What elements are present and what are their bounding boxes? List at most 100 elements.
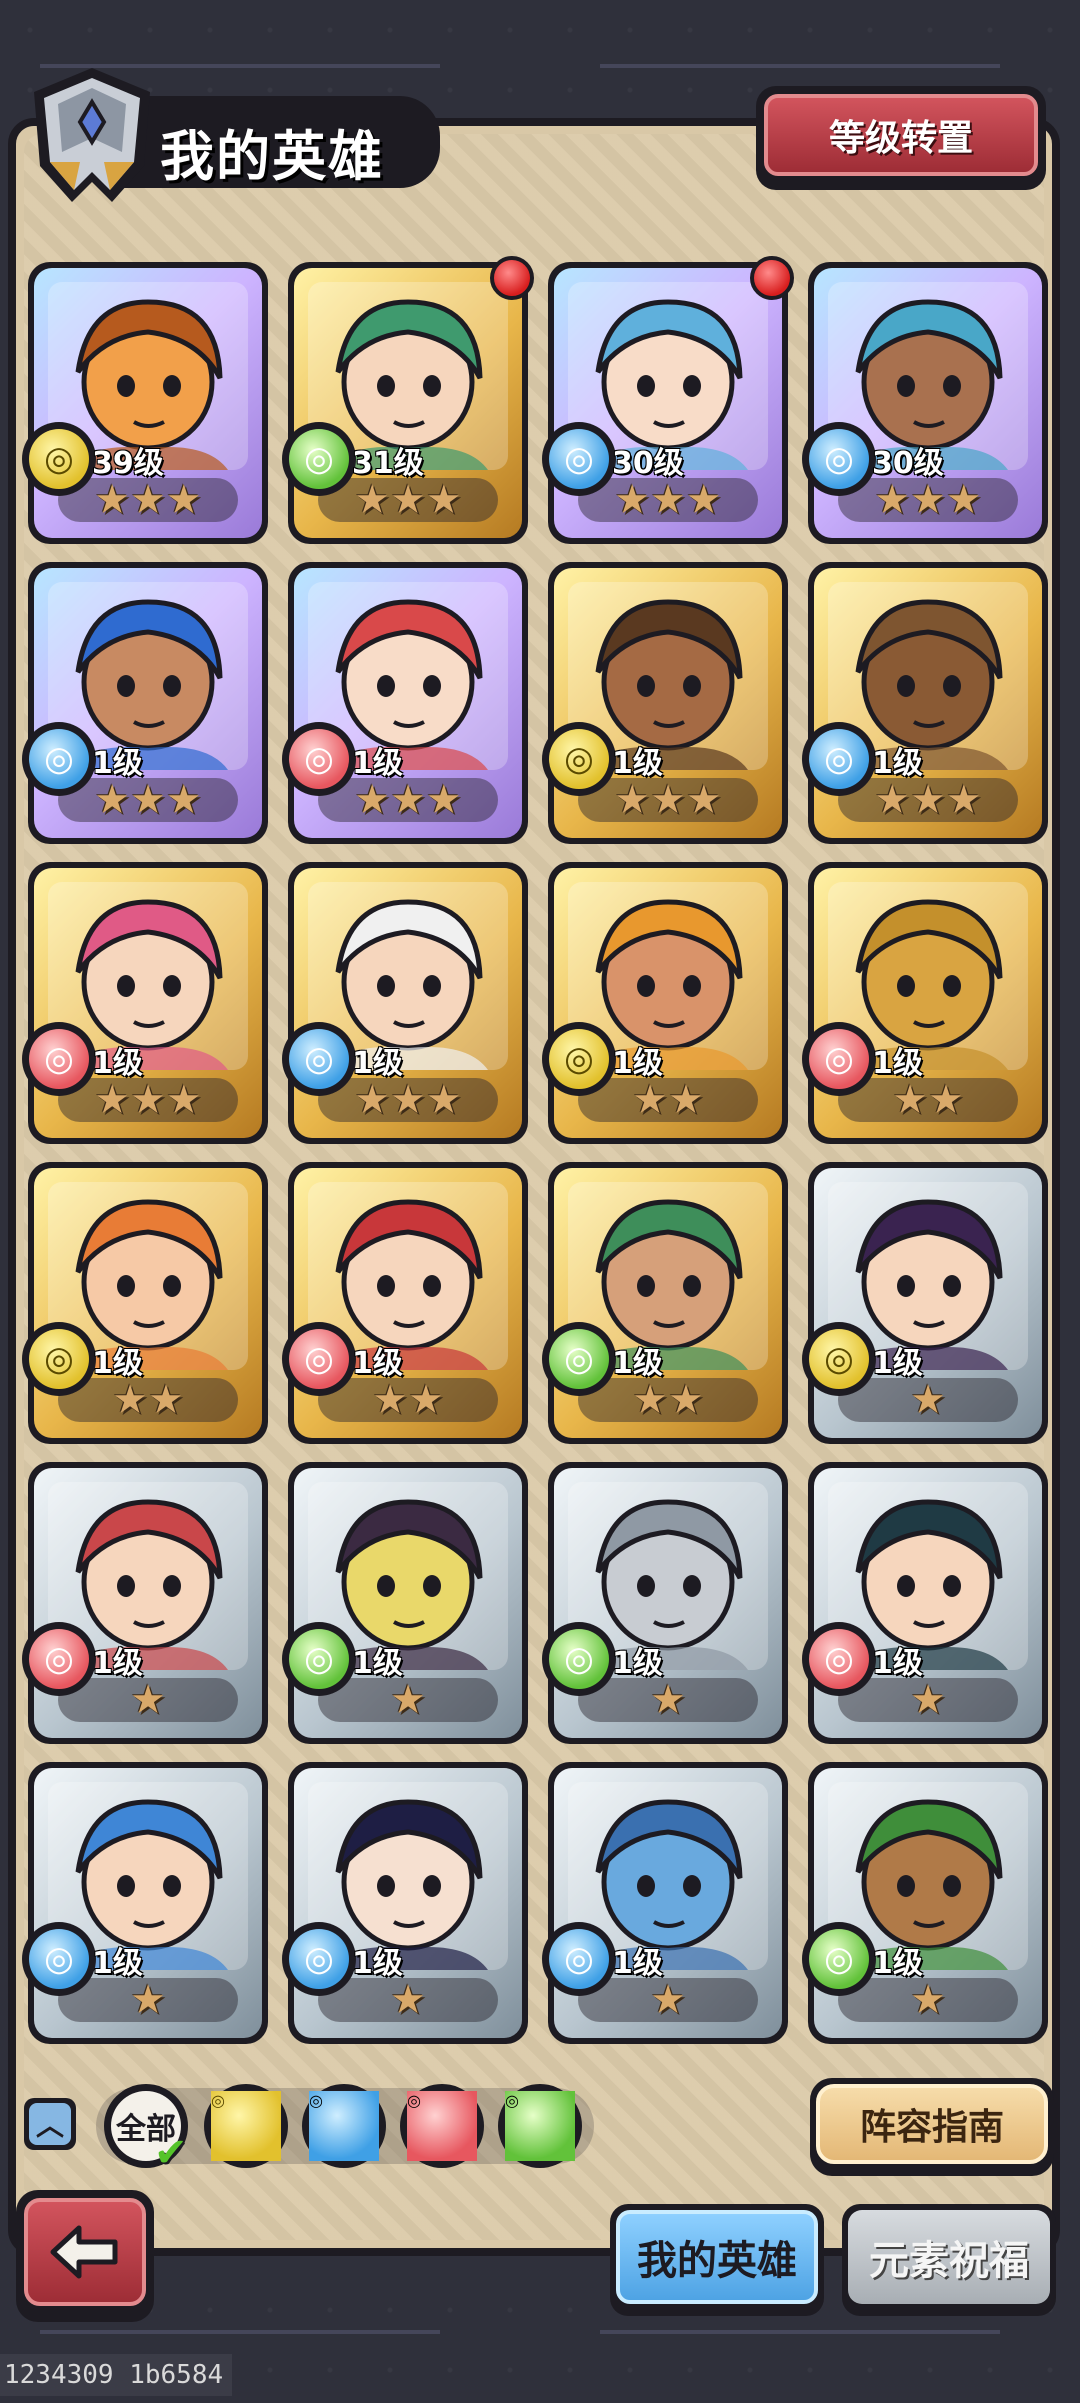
level-transfer-button[interactable]: 等级转置 — [756, 86, 1046, 190]
hero-card[interactable]: ★★★ ◎ 1级 — [22, 862, 268, 1144]
hero-level: 1级 — [612, 1046, 663, 1081]
water-element-icon: ◎ — [542, 422, 616, 496]
hero-card[interactable]: ★★★ ◎ 30级 — [802, 262, 1048, 544]
hero-card[interactable]: ★★ ◎ 1级 — [802, 862, 1048, 1144]
filter-wind-button[interactable]: ◎ — [498, 2084, 582, 2168]
hero-card-frame: ★ — [294, 1468, 522, 1738]
wind-element-icon: ◎ — [542, 1322, 616, 1396]
wind-element-icon: ◎ — [505, 2091, 575, 2161]
wind-element-icon: ◎ — [542, 1622, 616, 1696]
fire-element-icon: ◎ — [407, 2091, 477, 2161]
hero-card[interactable]: ★★ ◎ 1级 — [22, 1162, 268, 1444]
hero-card[interactable]: ★★★ ◎ 31级 — [282, 256, 534, 544]
water-element-icon: ◎ — [309, 2091, 379, 2161]
star-icon: ★★★ — [614, 777, 722, 823]
tab-my-heroes-label: 我的英雄 — [616, 2210, 818, 2304]
hero-level: 1级 — [872, 1046, 923, 1081]
hero-card-frame: ★★ — [554, 868, 782, 1138]
star-icon: ★★★ — [354, 777, 462, 823]
hero-level: 1级 — [92, 1346, 143, 1381]
hero-card[interactable]: ★★★ ◎ 1级 — [282, 862, 528, 1144]
hero-level: 1级 — [612, 1646, 663, 1681]
hero-card[interactable]: ★ ◎ 1级 — [802, 1162, 1048, 1444]
hero-card-frame: ★ — [554, 1768, 782, 2038]
earth-element-icon: ◎ — [802, 1322, 876, 1396]
tab-my-heroes[interactable]: 我的英雄 — [610, 2204, 824, 2316]
star-icon: ★ — [910, 1977, 946, 2023]
filter-fire-button[interactable]: ◎ — [400, 2084, 484, 2168]
hero-card[interactable]: ★★ ◎ 1级 — [542, 862, 788, 1144]
hero-card[interactable]: ★ ◎ 1级 — [542, 1762, 788, 2044]
hero-card[interactable]: ★ ◎ 1级 — [542, 1462, 788, 1744]
checkmark-icon: ✔ — [154, 2130, 188, 2176]
hero-card-frame: ★ — [814, 1468, 1042, 1738]
water-element-icon: ◎ — [22, 1922, 96, 1996]
back-button[interactable] — [16, 2190, 154, 2322]
hero-card-frame: ★★★ — [34, 868, 262, 1138]
star-icon: ★★★ — [354, 477, 462, 523]
hero-card-frame: ★★★ — [814, 268, 1042, 538]
hero-level: 1级 — [352, 1946, 403, 1981]
star-icon: ★ — [910, 1377, 946, 1423]
decor-line — [40, 2330, 440, 2334]
star-icon: ★★★ — [94, 1077, 202, 1123]
hero-card[interactable]: ★ ◎ 1级 — [282, 1462, 528, 1744]
hero-level: 1级 — [872, 1946, 923, 1981]
star-icon: ★ — [650, 1677, 686, 1723]
hero-card[interactable]: ★ ◎ 1级 — [22, 1462, 268, 1744]
page-title: 我的英雄 — [160, 125, 384, 188]
wind-element-icon: ◎ — [802, 1922, 876, 1996]
tab-element-blessing-label: 元素祝福 — [848, 2210, 1050, 2304]
hero-card-frame: ★ — [814, 1168, 1042, 1438]
hero-card[interactable]: ★★★ ◎ 39级 — [22, 262, 268, 544]
level-transfer-label: 等级转置 — [764, 94, 1038, 176]
hero-card[interactable]: ★★ ◎ 1级 — [542, 1162, 788, 1444]
star-icon: ★ — [390, 1677, 426, 1723]
water-element-icon: ◎ — [22, 722, 96, 796]
star-icon: ★★ — [892, 1077, 964, 1123]
hero-level: 1级 — [612, 746, 663, 781]
hero-card[interactable]: ★★★ ◎ 1级 — [282, 562, 528, 844]
fire-element-icon: ◎ — [22, 1022, 96, 1096]
hero-level: 1级 — [872, 1346, 923, 1381]
star-icon: ★★ — [372, 1377, 444, 1423]
water-element-icon: ◎ — [802, 422, 876, 496]
hero-card-frame: ★★ — [554, 1168, 782, 1438]
hero-card[interactable]: ★ ◎ 1级 — [282, 1762, 528, 2044]
fire-element-icon: ◎ — [802, 1622, 876, 1696]
hero-card-frame: ★★★ — [294, 568, 522, 838]
water-element-icon: ◎ — [282, 1022, 356, 1096]
water-element-icon: ◎ — [282, 1922, 356, 1996]
hero-card-frame: ★★★ — [814, 568, 1042, 838]
filter-earth-button[interactable]: ◎ — [204, 2084, 288, 2168]
filter-toggle-button[interactable]: ︿ — [24, 2098, 76, 2150]
hero-level: 39级 — [92, 446, 164, 481]
hero-card[interactable]: ★ ◎ 1级 — [802, 1462, 1048, 1744]
hero-card[interactable]: ★★★ ◎ 30级 — [542, 256, 794, 544]
hero-card-frame: ★★★ — [554, 568, 782, 838]
fire-element-icon: ◎ — [22, 1622, 96, 1696]
hero-level: 1级 — [352, 1646, 403, 1681]
hero-card[interactable]: ★★★ ◎ 1级 — [542, 562, 788, 844]
star-icon: ★★★ — [614, 477, 722, 523]
hero-level: 30级 — [612, 446, 684, 481]
new-notification-dot — [750, 256, 794, 300]
hero-level: 1级 — [92, 1946, 143, 1981]
hero-card[interactable]: ★★ ◎ 1级 — [282, 1162, 528, 1444]
hero-card[interactable]: ★★★ ◎ 1级 — [22, 562, 268, 844]
tab-element-blessing[interactable]: 元素祝福 — [842, 2204, 1056, 2316]
hero-card-frame: ★ — [34, 1468, 262, 1738]
hero-card-frame: ★★ — [294, 1168, 522, 1438]
filter-water-button[interactable]: ◎ — [302, 2084, 386, 2168]
lineup-guide-button[interactable]: 阵容指南 — [810, 2078, 1054, 2176]
hero-card[interactable]: ★ ◎ 1级 — [22, 1762, 268, 2044]
hero-level: 1级 — [872, 746, 923, 781]
hero-card[interactable]: ★ ◎ 1级 — [802, 1762, 1048, 2044]
hero-card[interactable]: ★★★ ◎ 1级 — [802, 562, 1048, 844]
hero-level: 1级 — [352, 1346, 403, 1381]
hero-card-frame: ★ — [814, 1768, 1042, 2038]
earth-element-icon: ◎ — [22, 422, 96, 496]
star-icon: ★★★ — [354, 1077, 462, 1123]
star-icon: ★ — [650, 1977, 686, 2023]
filter-all-button[interactable]: 全部 ✔ — [104, 2084, 188, 2176]
